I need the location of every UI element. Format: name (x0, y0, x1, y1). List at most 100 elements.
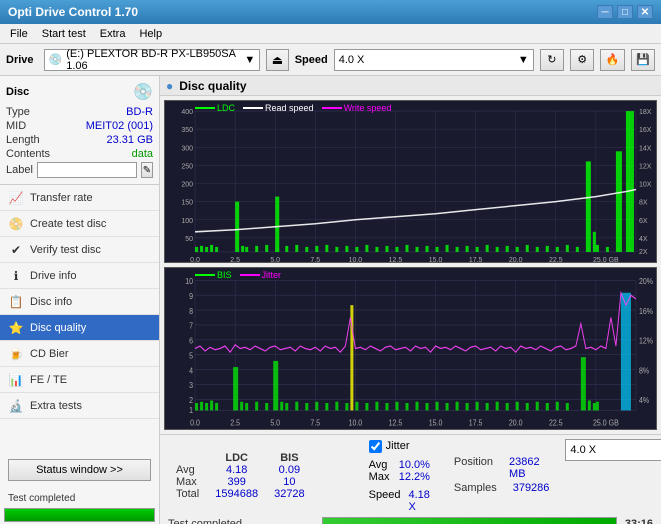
jitter-checkbox[interactable] (369, 440, 382, 453)
svg-text:9: 9 (189, 291, 193, 301)
window-controls: ─ □ ✕ (597, 5, 653, 19)
disc-label-edit-button[interactable]: ✎ (141, 162, 153, 178)
jitter-checkbox-row[interactable]: Jitter (369, 440, 430, 453)
menu-help[interactable]: Help (133, 26, 168, 42)
row-label-total: Total (168, 488, 207, 500)
avg-ldc: 4.18 (207, 464, 266, 476)
eject-button[interactable]: ⏏ (266, 49, 288, 71)
svg-text:4: 4 (189, 366, 193, 376)
svg-text:15.0: 15.0 (429, 418, 443, 428)
status-window-button[interactable]: Status window >> (8, 459, 151, 481)
speed-selector[interactable]: 4.0 X ▼ (334, 49, 534, 71)
speed-dropdown[interactable]: 4.0 X ▼ (565, 439, 661, 461)
sidebar-item-verify-test-disc[interactable]: ✔ Verify test disc (0, 237, 159, 263)
svg-text:10X: 10X (639, 182, 652, 189)
svg-text:10: 10 (185, 276, 193, 286)
settings-button[interactable]: ⚙ (570, 49, 594, 71)
disc-panel-icon: 💿 (133, 82, 153, 102)
legend-write-speed: Write speed (322, 103, 392, 113)
chart-area: ● Disc quality LDC Read speed (160, 76, 661, 524)
svg-text:20%: 20% (639, 276, 653, 286)
jitter-section: Jitter Avg 10.0% Max 12.2% (369, 440, 430, 513)
sidebar-item-cd-bier[interactable]: 🍺 CD Bier (0, 341, 159, 367)
sidebar-label-fe-te: FE / TE (30, 374, 67, 386)
svg-text:2.5: 2.5 (230, 418, 240, 428)
stats-table: LDC BIS Avg 4.18 0.09 (168, 452, 345, 500)
svg-text:6: 6 (189, 336, 193, 346)
sidebar-label-create-test-disc: Create test disc (30, 218, 106, 230)
top-chart-legend: LDC Read speed Write speed (195, 103, 391, 113)
menu-start-test[interactable]: Start test (36, 26, 92, 42)
col-header-bis: BIS (266, 452, 313, 464)
svg-text:14X: 14X (639, 145, 652, 152)
bottom-status-text: Test completed (168, 518, 314, 524)
speed-avg-val: 4.18 X (408, 489, 429, 513)
maximize-button[interactable]: □ (617, 5, 633, 19)
svg-text:250: 250 (181, 163, 193, 170)
jitter-max-val: 12.2% (399, 471, 430, 483)
cd-bier-icon: 🍺 (8, 346, 24, 362)
legend-ldc: LDC (195, 103, 235, 113)
refresh-button[interactable]: ↻ (540, 49, 564, 71)
sidebar-label-disc-info: Disc info (30, 296, 72, 308)
status-text: Test completed (4, 491, 79, 506)
svg-text:2X: 2X (639, 249, 648, 256)
svg-text:20.0: 20.0 (509, 257, 523, 262)
disc-label-input[interactable] (37, 162, 137, 178)
svg-text:100: 100 (181, 218, 193, 225)
sidebar-label-cd-bier: CD Bier (30, 348, 69, 360)
menu-extra[interactable]: Extra (94, 26, 132, 42)
row-label-avg: Avg (168, 464, 207, 476)
jitter-avg-val: 10.0% (399, 459, 430, 471)
sidebar-item-disc-quality[interactable]: ⭐ Disc quality (0, 315, 159, 341)
svg-text:5: 5 (189, 351, 193, 361)
drive-selector[interactable]: 💿 (E:) PLEXTOR BD-R PX-LB950SA 1.06 ▼ (44, 49, 261, 71)
sidebar-item-disc-info[interactable]: 📋 Disc info (0, 289, 159, 315)
bottom-status: Test completed 33:16 (168, 517, 653, 524)
svg-text:3: 3 (189, 380, 193, 390)
disc-length-row: Length 23.31 GB (6, 134, 153, 146)
disc-quality-icon: ⭐ (8, 320, 24, 336)
svg-text:17.5: 17.5 (469, 418, 483, 428)
sidebar-item-extra-tests[interactable]: 🔬 Extra tests (0, 393, 159, 419)
progress-bar (4, 508, 155, 522)
minimize-button[interactable]: ─ (597, 5, 613, 19)
total-ldc: 1594688 (207, 488, 266, 500)
sidebar-item-transfer-rate[interactable]: 📈 Transfer rate (0, 185, 159, 211)
progress-area: Test completed (0, 489, 159, 524)
close-button[interactable]: ✕ (637, 5, 653, 19)
svg-text:7: 7 (189, 321, 193, 331)
sidebar-item-drive-info[interactable]: ℹ Drive info (0, 263, 159, 289)
svg-text:25.0 GB: 25.0 GB (593, 257, 619, 262)
save-button[interactable]: 💾 (631, 49, 655, 71)
speed-label: Speed (295, 54, 328, 66)
disc-panel: Disc 💿 Type BD-R MID MEIT02 (001) Length… (0, 76, 159, 185)
write-speed-label: Write speed (344, 103, 392, 113)
menu-file[interactable]: File (4, 26, 34, 42)
svg-text:2.5: 2.5 (230, 257, 240, 262)
sidebar: Disc 💿 Type BD-R MID MEIT02 (001) Length… (0, 76, 160, 524)
sidebar-item-fe-te[interactable]: 📊 FE / TE (0, 367, 159, 393)
sidebar-item-create-test-disc[interactable]: 📀 Create test disc (0, 211, 159, 237)
jitter-max-label: Max (369, 471, 390, 483)
svg-text:10.0: 10.0 (349, 257, 363, 262)
chart-title-icon: ● (166, 79, 173, 93)
disc-type-row: Type BD-R (6, 106, 153, 118)
ldc-color (195, 107, 215, 109)
samples-row: Samples 379286 (454, 482, 550, 494)
time-display: 33:16 (625, 518, 653, 524)
avg-bis: 0.09 (266, 464, 313, 476)
extra-tests-icon: 🔬 (8, 398, 24, 414)
legend-bis: BIS (195, 270, 232, 280)
fe-te-icon: 📊 (8, 372, 24, 388)
svg-text:16X: 16X (639, 127, 652, 134)
svg-text:22.5: 22.5 (549, 257, 563, 262)
svg-text:12.5: 12.5 (389, 257, 403, 262)
speed-label-txt: Speed (369, 489, 401, 513)
svg-text:7.5: 7.5 (310, 257, 320, 262)
svg-text:12X: 12X (639, 163, 652, 170)
jitter-avg-label: Avg (369, 459, 388, 471)
app-title: Opti Drive Control 1.70 (8, 5, 138, 19)
bottom-chart-svg: 10 9 8 7 6 5 4 3 2 1 20% 16% (165, 268, 656, 429)
burn-button[interactable]: 🔥 (600, 49, 624, 71)
